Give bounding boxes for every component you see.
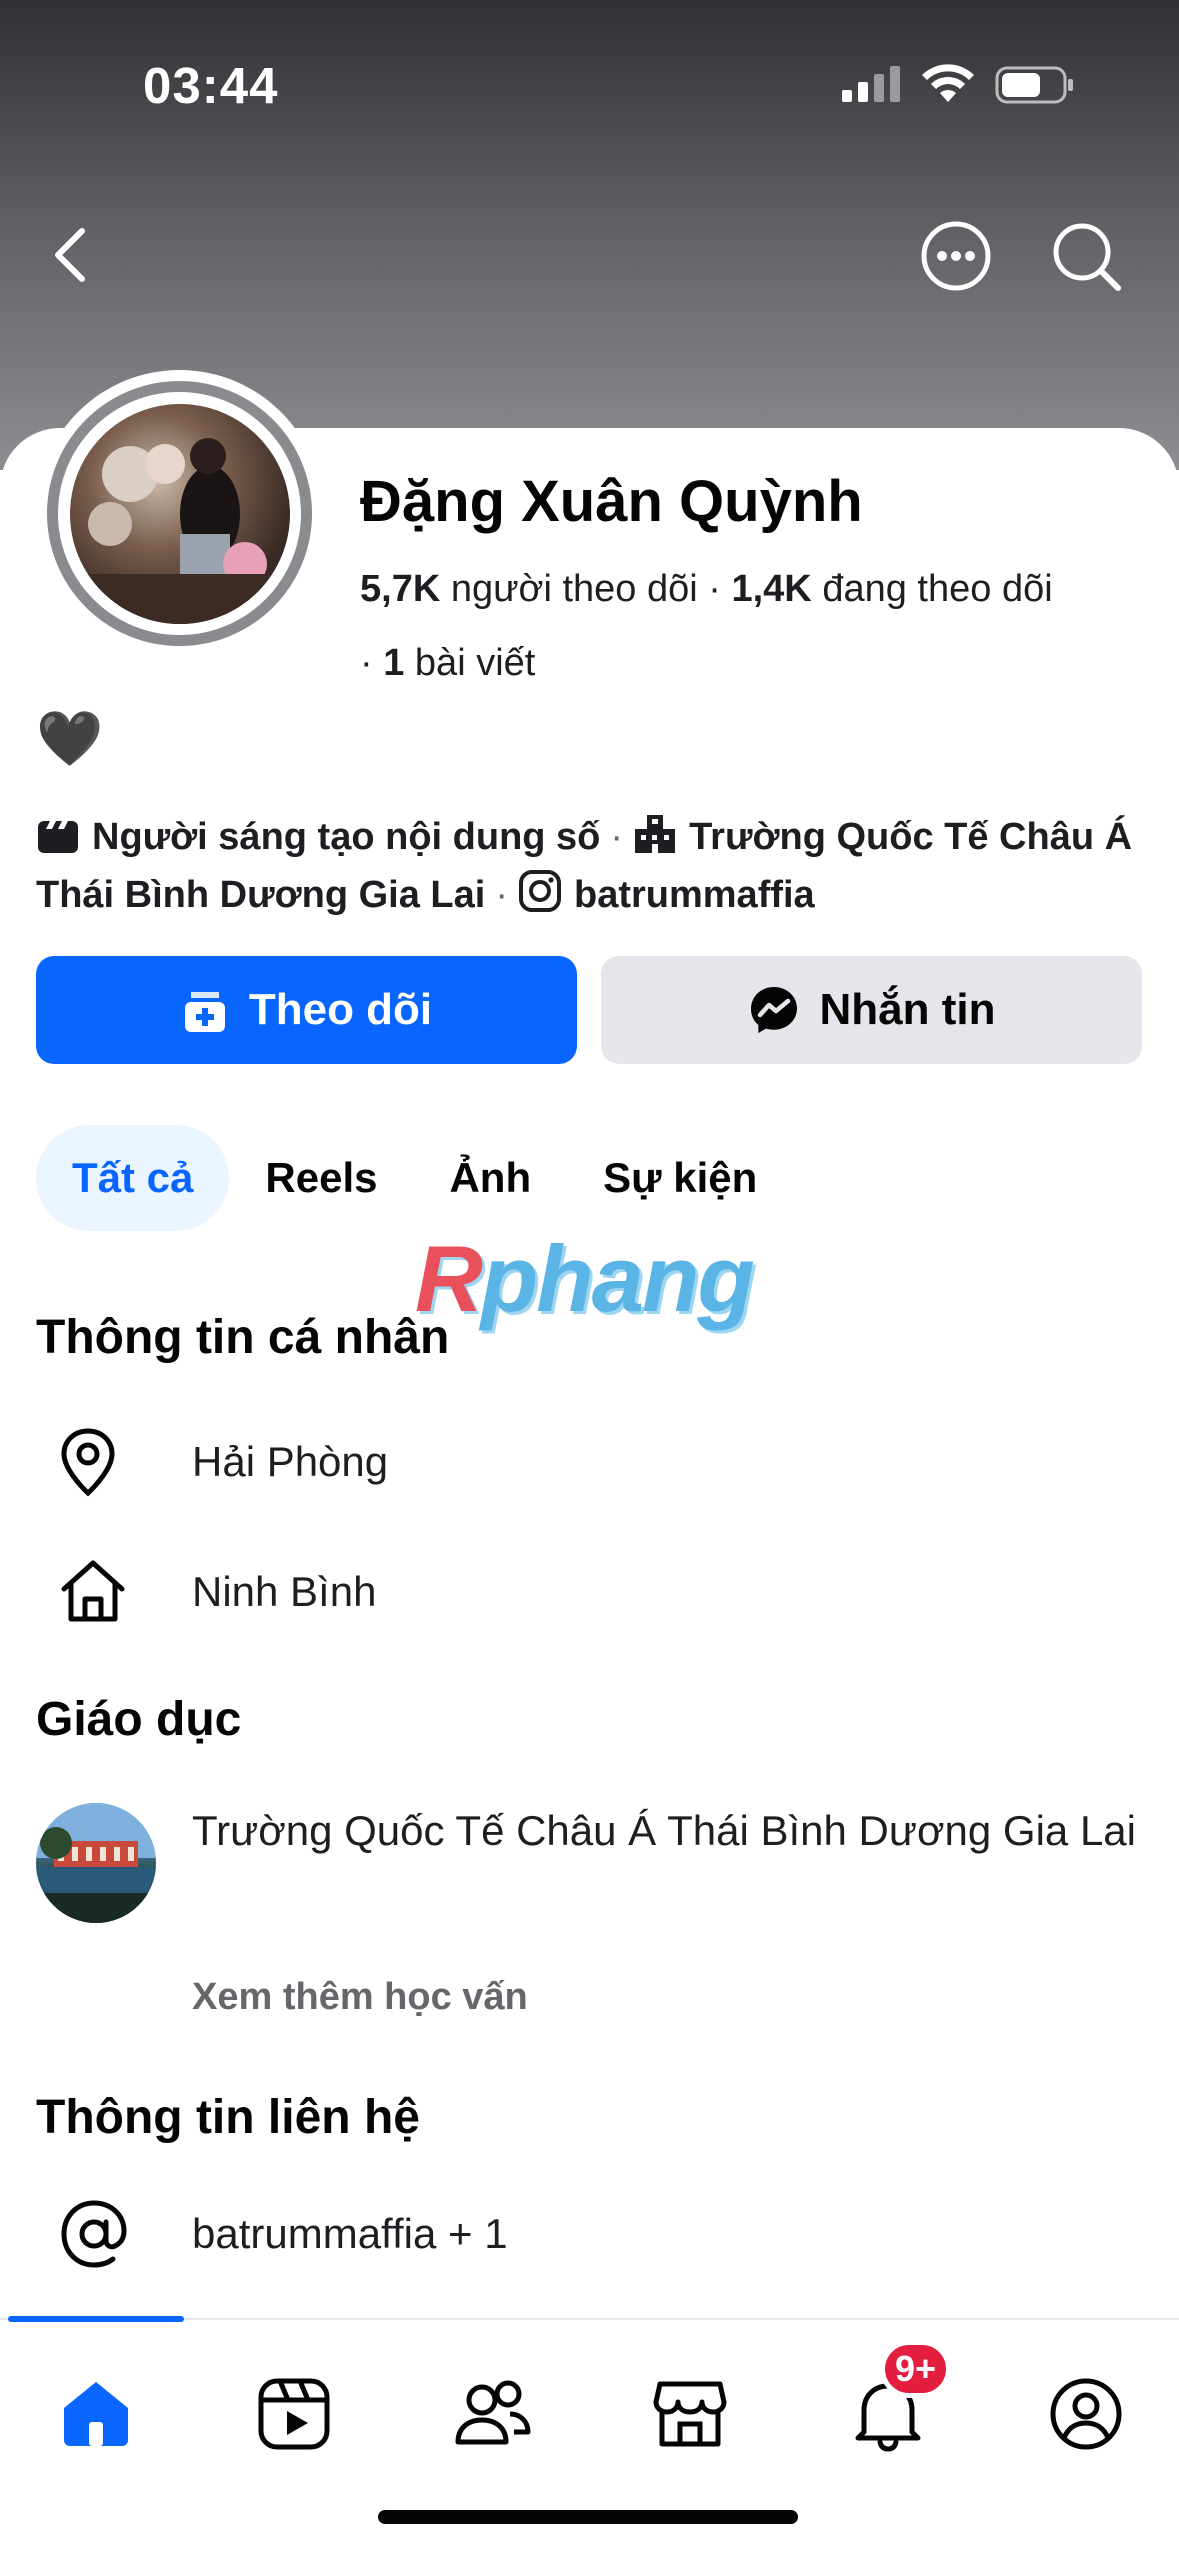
hometown: Ninh Bình bbox=[192, 1568, 377, 1615]
contact-handle: batrummaffia + 1 bbox=[192, 2210, 508, 2257]
friends-icon bbox=[455, 2380, 531, 2445]
follow-button[interactable]: Theo dõi bbox=[36, 956, 577, 1064]
contact-row[interactable]: batrummaffia + 1 bbox=[36, 2184, 1146, 2284]
battery-icon bbox=[995, 66, 1073, 104]
tab-events[interactable]: Sự kiện bbox=[567, 1125, 793, 1231]
search-icon bbox=[1053, 223, 1121, 291]
hometown-row[interactable]: Ninh Bình bbox=[36, 1542, 1146, 1642]
school-name[interactable]: Trường Quốc Tế Châu Á Thái Bình Dương Gi… bbox=[192, 1804, 1152, 1858]
posts-stat: · 1 bài viết bbox=[360, 642, 536, 684]
notification-badge: 9+ bbox=[880, 2340, 952, 2398]
nav-friends[interactable] bbox=[442, 2364, 542, 2464]
status-bar: 03:44 bbox=[0, 0, 1179, 160]
personal-info-title: Thông tin cá nhân bbox=[36, 1311, 450, 1364]
current-city-row[interactable]: Hải Phòng bbox=[36, 1412, 1146, 1512]
message-button[interactable]: Nhắn tin bbox=[601, 956, 1142, 1064]
nav-profile[interactable] bbox=[1036, 2364, 1136, 2464]
home-outline-icon bbox=[61, 1560, 125, 1622]
wifi-icon bbox=[922, 64, 974, 102]
watermark-logo: Rphang bbox=[415, 1226, 755, 1331]
profile-icon bbox=[1050, 2378, 1122, 2450]
school-thumbnail[interactable] bbox=[36, 1803, 156, 1923]
active-tab-indicator bbox=[8, 2316, 184, 2322]
messenger-icon bbox=[750, 987, 797, 1033]
education-title: Giáo dục bbox=[36, 1693, 242, 1746]
nav-home[interactable] bbox=[46, 2364, 146, 2464]
profile-details: Người sáng tạo nội dung số · Trường Quốc … bbox=[36, 808, 1146, 924]
bio-text: 🖤 bbox=[36, 709, 104, 769]
followers-stat[interactable]: 5,7K người theo dõi bbox=[360, 568, 698, 610]
avatar[interactable] bbox=[36, 370, 323, 657]
see-more-education-link[interactable]: Xem thêm học vấn bbox=[192, 1976, 528, 2019]
tab-photos[interactable]: Ảnh bbox=[413, 1125, 567, 1231]
more-options-button[interactable] bbox=[918, 218, 994, 294]
detail-role: Người sáng tạo nội dung số bbox=[92, 816, 601, 858]
following-stat[interactable]: 1,4K đang theo dõi bbox=[731, 568, 1052, 610]
tab-all[interactable]: Tất cả bbox=[36, 1125, 230, 1231]
current-city: Hải Phòng bbox=[192, 1438, 389, 1485]
search-button[interactable] bbox=[1048, 218, 1124, 294]
clapperboard-icon bbox=[38, 821, 78, 853]
profile-stats: 5,7K người theo dõi · 1,4K đang theo dõi… bbox=[360, 568, 1053, 684]
instagram-icon bbox=[518, 870, 561, 912]
school-building-icon bbox=[635, 815, 676, 853]
marketplace-icon bbox=[653, 2381, 727, 2447]
location-pin-icon bbox=[61, 1428, 115, 1497]
at-sign-icon bbox=[61, 2200, 127, 2268]
home-icon bbox=[64, 2382, 128, 2446]
cellular-signal-icon bbox=[842, 66, 900, 102]
contact-info-title: Thông tin liên hệ bbox=[36, 2091, 420, 2144]
reels-icon bbox=[258, 2378, 330, 2450]
back-button[interactable] bbox=[40, 215, 100, 295]
tab-reels[interactable]: Reels bbox=[229, 1125, 413, 1231]
nav-marketplace[interactable] bbox=[640, 2364, 740, 2464]
home-indicator[interactable] bbox=[378, 2510, 798, 2524]
follow-icon bbox=[184, 992, 225, 1032]
profile-tabs: Tất cả Reels Ảnh Sự kiện bbox=[36, 1125, 793, 1231]
chevron-left-icon bbox=[55, 228, 85, 282]
detail-instagram[interactable]: batrummaffia bbox=[574, 874, 815, 916]
nav-reels[interactable] bbox=[244, 2364, 344, 2464]
profile-name: Đặng Xuân Quỳnh bbox=[360, 469, 863, 534]
ellipsis-circle-icon bbox=[921, 221, 991, 291]
status-time: 03:44 bbox=[143, 57, 279, 114]
avatar-photo bbox=[69, 403, 290, 624]
